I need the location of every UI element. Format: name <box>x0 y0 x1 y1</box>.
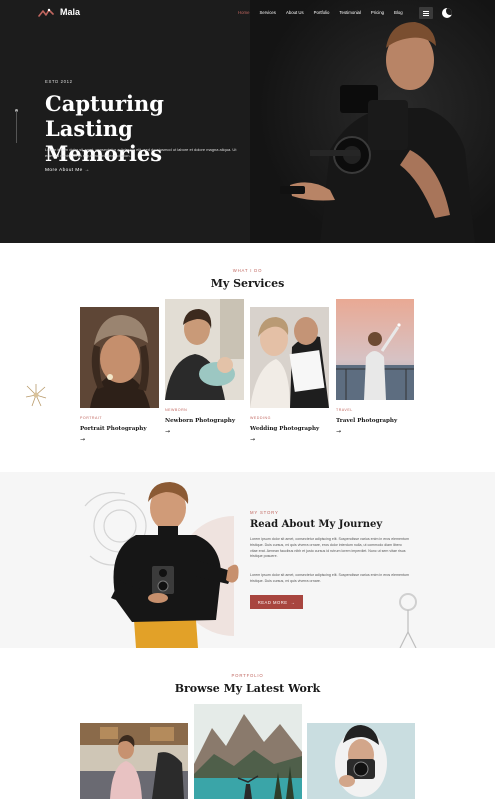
dried-flower-icon <box>25 384 47 407</box>
brand-logo-icon[interactable] <box>38 8 54 18</box>
nav-pricing[interactable]: Pricing <box>371 10 384 15</box>
story-paragraph-1: Lorem ipsum dolor sit amet, consectetur … <box>250 537 409 559</box>
arrow-right-icon[interactable]: → <box>336 428 341 435</box>
card-category: TRAVEL <box>336 408 353 412</box>
photographer-portrait <box>111 482 239 648</box>
wedding-photo[interactable] <box>250 307 329 408</box>
story-title: Read About My Journey <box>250 519 383 530</box>
arrow-right-icon[interactable]: → <box>250 436 255 443</box>
brand-name[interactable]: Mala <box>60 7 80 17</box>
read-more-button[interactable]: READ MORE → <box>250 595 303 609</box>
nav-portfolio[interactable]: Portfolio <box>314 10 330 15</box>
portfolio-item-1[interactable] <box>80 723 188 799</box>
hero-eyebrow: ESTD 2012 <box>45 79 73 84</box>
hero-title-line-1: Capturing Lasting <box>45 91 164 141</box>
nav-services[interactable]: Services <box>259 10 275 15</box>
hero-photo-videographer <box>250 0 495 243</box>
story-section <box>0 472 495 648</box>
ring-light-icon <box>399 593 417 648</box>
top-navigation: Mala Home Services About Us Portfolio Te… <box>0 0 495 26</box>
portrait-photo[interactable] <box>80 307 159 408</box>
nav-links: Home Services About Us Portfolio Testimo… <box>238 10 403 15</box>
nav-about-us[interactable]: About Us <box>286 10 304 15</box>
story-eyebrow: MY STORY <box>250 510 279 515</box>
services-title: My Services <box>210 277 285 290</box>
portfolio-item-3[interactable] <box>307 723 415 799</box>
more-about-me-label: More About Me <box>45 168 83 173</box>
moon-toggle-icon[interactable] <box>442 8 452 18</box>
nav-blog[interactable]: Blog <box>394 10 403 15</box>
card-title[interactable]: Wedding Photography <box>250 426 319 432</box>
card-category: WEDDING <box>250 416 271 420</box>
hero-description: Lorem ipsum dolor sit amet, consectetur … <box>45 147 237 158</box>
nav-testimonial[interactable]: Testimonial <box>339 10 361 15</box>
card-category: NEWBORN <box>165 408 188 412</box>
newborn-photo[interactable] <box>165 299 244 400</box>
card-title[interactable]: Newborn Photography <box>165 418 235 424</box>
scroll-indicator-line <box>16 111 17 143</box>
arrow-right-icon[interactable]: → <box>80 436 85 443</box>
travel-photo[interactable] <box>336 299 414 400</box>
arrow-right-icon[interactable]: → <box>165 428 170 435</box>
portfolio-eyebrow: PORTFOLIO <box>231 673 264 678</box>
card-title[interactable]: Portrait Photography <box>80 426 147 432</box>
card-title[interactable]: Travel Photography <box>336 418 397 424</box>
arrow-right-icon: → <box>84 168 90 173</box>
nav-home[interactable]: Home <box>238 10 249 15</box>
services-eyebrow: WHAT I DO <box>232 268 263 273</box>
portfolio-title: Browse My Latest Work <box>174 682 321 695</box>
card-category: PORTRAIT <box>80 416 103 420</box>
hero-section: Mala Home Services About Us Portfolio Te… <box>0 0 495 243</box>
portfolio-item-2[interactable] <box>194 704 302 799</box>
more-about-me-link[interactable]: More About Me → <box>45 168 90 173</box>
arrow-right-icon: → <box>290 599 296 605</box>
story-paragraph-2: Lorem ipsum dolor sit amet, consectetur … <box>250 573 409 583</box>
read-more-label: READ MORE <box>257 599 288 605</box>
hamburger-icon[interactable] <box>419 7 433 19</box>
